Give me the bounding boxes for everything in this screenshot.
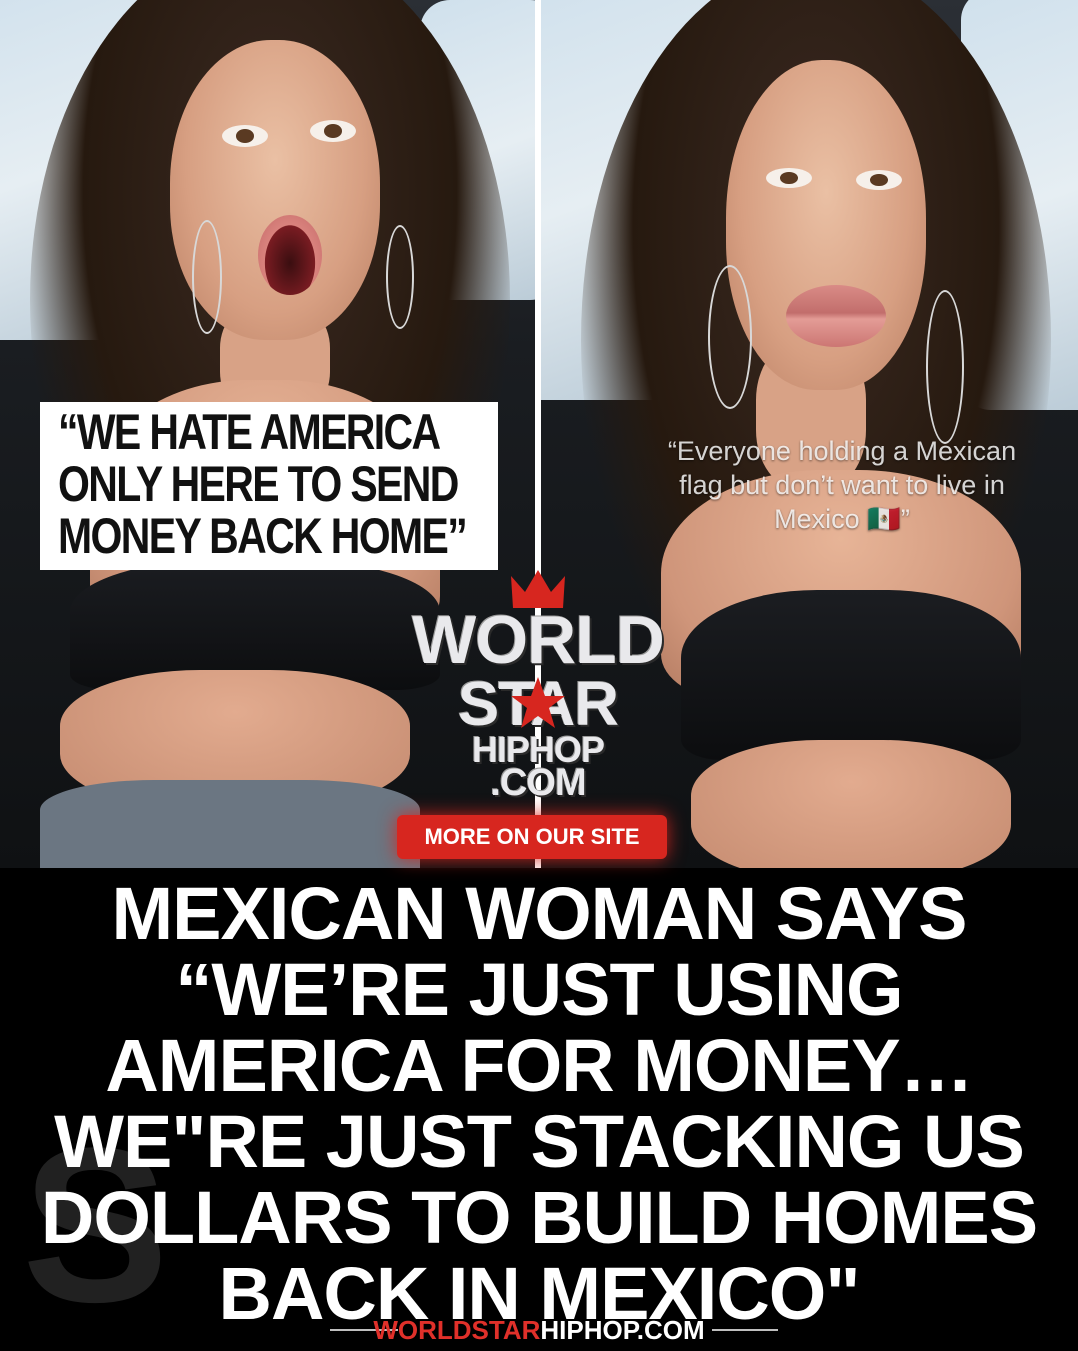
right-eye [856, 170, 902, 190]
footer: WORLDSTARHIPHOP.COM [0, 1314, 1078, 1346]
left-eye [766, 168, 812, 188]
caption-line: Mexico 🇲🇽” [774, 504, 910, 534]
left-eye [222, 125, 268, 147]
hoop-earring-left [192, 220, 222, 334]
headline-line: AMERICA FOR MONEY… [105, 1024, 973, 1107]
open-mouth [258, 215, 322, 295]
quote-line: “WE HATE AMERICA [58, 404, 441, 460]
midriff [691, 740, 1011, 868]
footer-brand-red: WORLDSTAR [373, 1315, 541, 1345]
headline: MEXICAN WOMAN SAYS “WE’RE JUST USING AME… [0, 876, 1078, 1332]
headline-line: DOLLARS TO BUILD HOMES [40, 1176, 1038, 1259]
lips [786, 285, 886, 347]
logo-word-com: .COM [490, 762, 586, 804]
star-icon [511, 677, 565, 728]
quote-overlay: “WE HATE AMERICA ONLY HERE TO SEND MONEY… [40, 402, 498, 570]
quote-text: “WE HATE AMERICA ONLY HERE TO SEND MONEY… [58, 404, 468, 564]
worldstar-logo: WORLD STAR HIPHOP .COM [393, 570, 683, 806]
headline-line: WE"RE JUST STACKING US [54, 1100, 1025, 1183]
footer-site-link[interactable]: WORLDSTARHIPHOP.COM [0, 1314, 1078, 1346]
quote-line: MONEY BACK HOME” [58, 508, 468, 564]
headline-line: “WE’RE JUST USING [175, 948, 903, 1031]
footer-brand-white: HIPHOP.COM [540, 1315, 705, 1345]
hoop-earring-right [926, 290, 964, 444]
quote-line: ONLY HERE TO SEND [58, 456, 459, 512]
logo-word-world: WORLD [412, 602, 665, 678]
tiktok-caption: “Everyone holding a Mexican flag but don… [622, 434, 1062, 536]
leggings [40, 780, 420, 868]
caption-line: flag but don’t want to live in [679, 470, 1005, 500]
hoop-earring-right [386, 225, 414, 329]
caption-line: “Everyone holding a Mexican [667, 436, 1017, 466]
sports-top [681, 590, 1021, 760]
more-on-site-button[interactable]: MORE ON OUR SITE [397, 815, 667, 859]
right-eye [310, 120, 356, 142]
headline-line: MEXICAN WOMAN SAYS [111, 872, 967, 955]
hoop-earring-left [708, 265, 752, 409]
